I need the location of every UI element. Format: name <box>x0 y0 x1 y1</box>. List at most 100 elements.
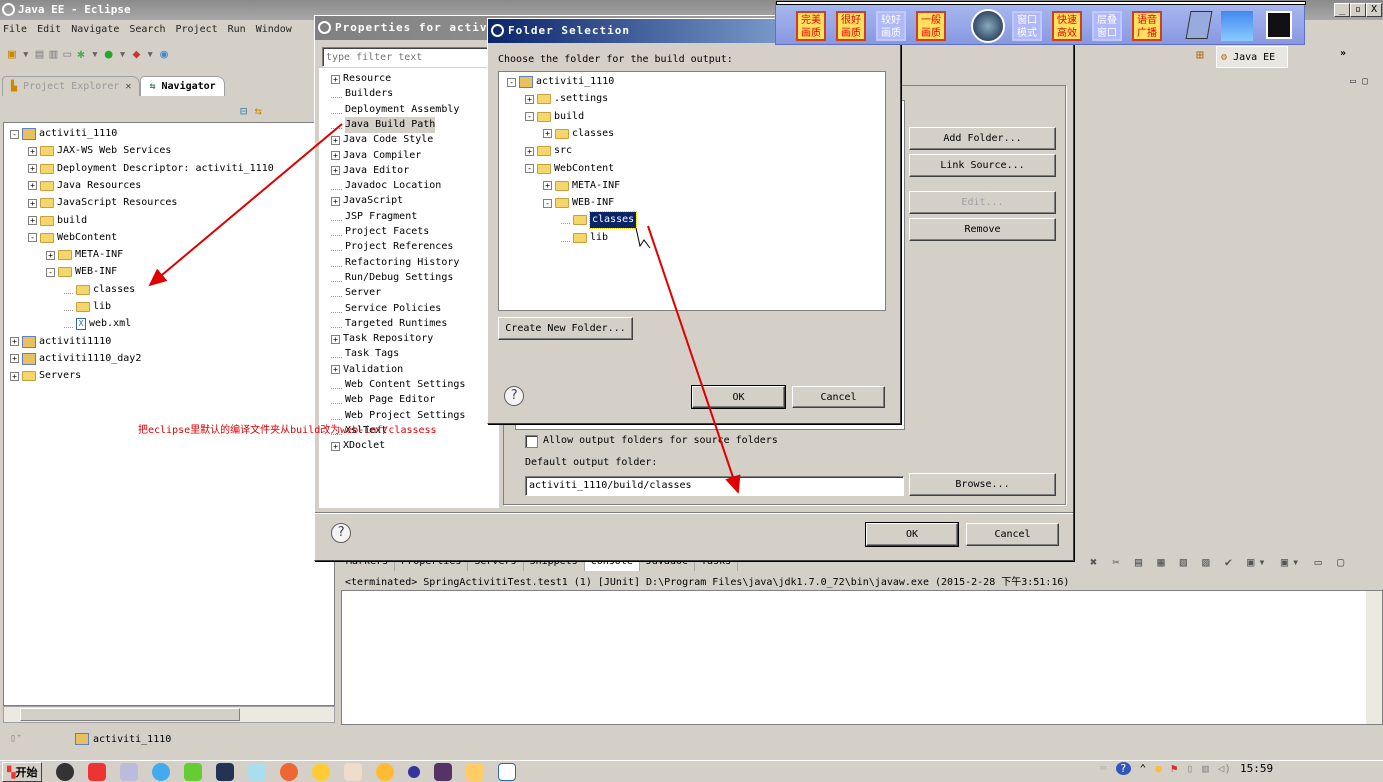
collapse-icon[interactable]: - <box>28 233 37 243</box>
tree-item[interactable]: - build <box>525 109 584 125</box>
firefox-icon[interactable] <box>280 762 299 781</box>
collapse-icon[interactable]: - <box>525 164 534 173</box>
properties-category[interactable]: Server <box>331 285 381 301</box>
pin-icon[interactable] <box>971 9 1005 43</box>
tree-item[interactable]: classes <box>561 211 638 230</box>
properties-category[interactable]: Deployment Assembly <box>331 102 459 118</box>
tree-item[interactable]: classes <box>64 282 135 298</box>
expand-icon[interactable]: + <box>10 354 19 364</box>
expand-icon[interactable]: + <box>331 441 340 451</box>
tree-item[interactable]: + activiti1110 <box>10 334 111 350</box>
expand-icon[interactable]: + <box>10 337 19 347</box>
collapse-icon[interactable]: - <box>46 267 55 277</box>
console-vscrollbar[interactable] <box>1366 591 1382 724</box>
app-icon[interactable] <box>216 762 235 781</box>
app-icon[interactable] <box>312 762 331 781</box>
properties-category[interactable]: Refactoring History <box>331 255 459 271</box>
menu-navigate[interactable]: Navigate <box>71 20 119 40</box>
expand-icon[interactable]: + <box>331 365 340 375</box>
tray-app-icon[interactable]: ● <box>1155 762 1162 775</box>
paint-icon[interactable] <box>120 762 139 781</box>
allow-output-folders-checkbox[interactable] <box>525 435 538 448</box>
save-icon[interactable]: ▤ <box>36 47 44 62</box>
properties-category[interactable]: + Task Repository <box>331 331 433 347</box>
menu-run[interactable]: Run <box>228 20 246 40</box>
volume-icon[interactable]: ◁) <box>1218 762 1231 775</box>
tree-item[interactable]: + META-INF <box>543 178 620 194</box>
app-icon[interactable] <box>376 762 395 781</box>
properties-category[interactable]: + XDoclet <box>331 438 385 454</box>
resize-icon[interactable] <box>1185 11 1213 39</box>
expand-icon[interactable]: + <box>525 146 534 156</box>
expand-icon[interactable]: + <box>331 196 340 206</box>
perspective-java-ee[interactable]: ⚙ Java EE <box>1216 46 1288 68</box>
filter-input[interactable] <box>322 47 490 67</box>
expand-icon[interactable]: + <box>331 74 340 84</box>
tree-item[interactable]: - WebContent <box>28 230 117 246</box>
start-button[interactable]: ▚开始 <box>2 761 43 782</box>
scroll-thumb[interactable] <box>20 708 240 721</box>
collapse-icon[interactable]: - <box>525 112 534 122</box>
expand-icon[interactable]: + <box>331 151 340 160</box>
expand-icon[interactable]: + <box>28 198 37 208</box>
print-icon[interactable]: ▭ <box>63 47 71 62</box>
quality-button[interactable]: 语音广播 <box>1132 11 1162 41</box>
help-button[interactable]: ? <box>504 386 524 406</box>
collapse-icon[interactable]: - <box>10 129 19 139</box>
tree-item[interactable]: + activiti1110_day2 <box>10 351 141 367</box>
save-all-icon[interactable]: ▥ <box>49 47 57 62</box>
tree-item[interactable]: + Java Resources <box>28 178 141 194</box>
properties-category[interactable]: Builders <box>331 86 393 102</box>
debug-icon[interactable]: ✱ <box>77 47 85 62</box>
security-icon[interactable]: ⚑ <box>1171 762 1178 775</box>
properties-category[interactable]: + JavaScript <box>331 193 403 209</box>
tray-expand-icon[interactable]: ⌃ <box>1140 762 1147 775</box>
expand-icon[interactable]: + <box>10 371 19 381</box>
properties-category[interactable]: Web Page Editor <box>331 392 435 408</box>
tree-item[interactable]: - WEB-INF <box>46 264 117 280</box>
expand-icon[interactable]: + <box>28 146 37 156</box>
menu-window[interactable]: Window <box>256 20 292 40</box>
explorer-hscrollbar[interactable] <box>3 706 335 723</box>
tree-item[interactable]: + Deployment Descriptor: activiti_1110 <box>28 161 274 177</box>
properties-category[interactable]: JSP Fragment <box>331 209 417 225</box>
collapse-icon[interactable]: - <box>543 198 552 208</box>
view-min-max-icons[interactable]: ▭ ▢ <box>1350 76 1368 87</box>
tree-item[interactable]: - WebContent <box>525 161 614 177</box>
quality-button[interactable]: 一般画质 <box>916 11 946 41</box>
menu-edit[interactable]: Edit <box>37 20 61 40</box>
expand-icon[interactable]: + <box>28 216 37 225</box>
switch-screen-icon[interactable] <box>1221 11 1253 41</box>
edit-button[interactable]: Edit... <box>909 191 1056 214</box>
tree-item[interactable]: - activiti_1110 <box>507 74 614 90</box>
folder-cancel-button[interactable]: Cancel <box>792 386 885 408</box>
properties-category[interactable]: + Java Editor <box>331 163 409 179</box>
menu-project[interactable]: Project <box>175 20 217 40</box>
properties-category[interactable]: Service Policies <box>331 301 441 317</box>
link-editor-icon[interactable]: ⇆ <box>254 104 261 118</box>
properties-category[interactable]: + Java Compiler <box>331 148 421 164</box>
run-icon[interactable]: ● <box>105 47 113 62</box>
default-output-input[interactable]: activiti_1110/build/classes <box>525 476 904 496</box>
tree-item[interactable]: + Servers <box>10 368 81 384</box>
quality-button[interactable]: 很好画质 <box>836 11 866 41</box>
properties-category[interactable]: Project Facets <box>331 224 429 240</box>
help-icon[interactable]: ? <box>1115 762 1131 775</box>
ie-icon[interactable] <box>152 762 171 781</box>
properties-category[interactable]: Project References <box>331 239 453 255</box>
expand-icon[interactable]: + <box>331 135 340 145</box>
console-toolbar-icons[interactable]: ✖ ✂ ▤ ▦ ▧ ▨ ✔ ▣▾ ▣▾ ▭ ▢ <box>1090 555 1348 569</box>
folder-ok-button[interactable]: OK <box>691 385 786 409</box>
tree-item[interactable]: + src <box>525 143 572 159</box>
expand-icon[interactable]: + <box>46 250 55 260</box>
qq-icon[interactable] <box>56 762 75 781</box>
tree-item[interactable]: + build <box>28 213 87 229</box>
open-perspective-icon[interactable]: ⊞ <box>1196 48 1216 66</box>
menu-file[interactable]: File <box>3 20 27 40</box>
perspective-overflow[interactable]: » <box>1340 48 1346 59</box>
properties-category[interactable]: + Resource <box>331 71 391 87</box>
app-icon[interactable] <box>184 762 203 781</box>
new-icon[interactable]: ▣ <box>8 47 16 62</box>
explorer-icon[interactable] <box>466 762 485 781</box>
quality-button[interactable]: 完美画质 <box>796 11 826 41</box>
